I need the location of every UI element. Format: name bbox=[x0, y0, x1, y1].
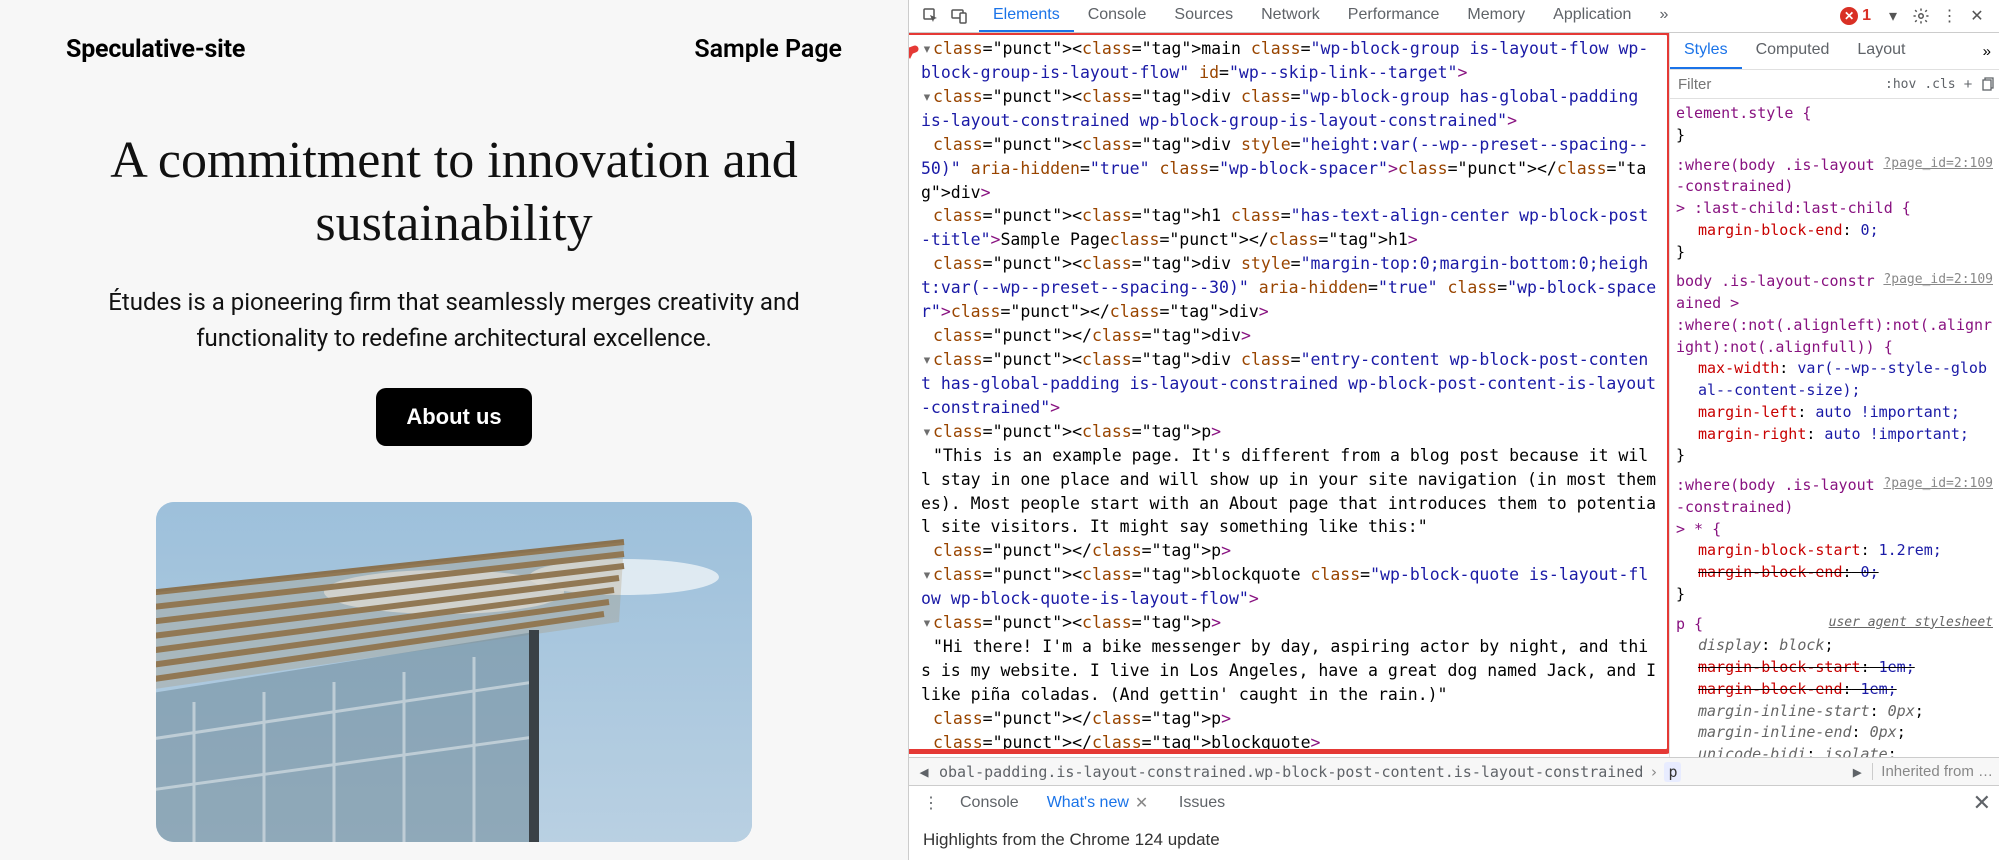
breadcrumb-leaf[interactable]: p bbox=[1664, 762, 1681, 782]
hero-subtitle: Études is a pioneering firm that seamles… bbox=[90, 284, 818, 356]
tab-elements[interactable]: Elements bbox=[979, 0, 1074, 32]
breadcrumb-separator-icon: › bbox=[1649, 763, 1658, 781]
breadcrumb-path[interactable]: obal-padding.is-layout-constrained.wp-bl… bbox=[939, 763, 1643, 781]
dom-line[interactable]: class="punct"><class="tag">div style="ma… bbox=[909, 252, 1669, 324]
dom-line[interactable]: class="punct"><class="tag">h1 class="has… bbox=[909, 204, 1669, 252]
close-devtools-icon[interactable]: ✕ bbox=[1963, 2, 1991, 30]
hero-title: A commitment to innovation and sustainab… bbox=[90, 129, 818, 256]
devtools-panel: Elements Console Sources Network Perform… bbox=[908, 0, 1999, 860]
dom-line[interactable]: class="punct"></class="tag">div> bbox=[909, 324, 1669, 348]
site-preview: Speculative-site Sample Page A commitmen… bbox=[0, 0, 908, 860]
drawer-tab-console[interactable]: Console bbox=[948, 790, 1031, 816]
devtools-tabs: Elements Console Sources Network Perform… bbox=[979, 0, 1682, 32]
device-toolbar-icon[interactable] bbox=[945, 2, 973, 30]
dom-breadcrumb[interactable]: ◀ obal-padding.is-layout-constrained.wp-… bbox=[909, 757, 1999, 785]
hero-image bbox=[156, 502, 752, 842]
hero: A commitment to innovation and sustainab… bbox=[0, 99, 908, 842]
nav-sample-page[interactable]: Sample Page bbox=[694, 35, 842, 64]
new-style-rule-icon[interactable]: + bbox=[1964, 74, 1973, 94]
dom-line[interactable]: ▾class="punct"><class="tag">div class="e… bbox=[909, 348, 1669, 420]
dom-line[interactable]: class="punct"><class="tag">p>…or somethi… bbox=[909, 755, 1669, 757]
cls-toggle[interactable]: .cls bbox=[1924, 77, 1955, 92]
tab-overflow-icon[interactable]: » bbox=[1645, 0, 1682, 32]
expand-icon[interactable]: ▾ bbox=[1879, 2, 1907, 30]
styles-filter-input[interactable] bbox=[1678, 76, 1877, 93]
dom-line[interactable]: class="punct"></class="tag">p> bbox=[909, 707, 1669, 731]
drawer-body: Highlights from the Chrome 124 update bbox=[909, 820, 1999, 860]
styles-tab-computed[interactable]: Computed bbox=[1742, 33, 1844, 69]
dom-line[interactable]: ▾class="punct"><class="tag">p> bbox=[909, 420, 1669, 444]
tab-network[interactable]: Network bbox=[1247, 0, 1334, 32]
copy-styles-icon[interactable] bbox=[1980, 74, 1995, 94]
tab-sources[interactable]: Sources bbox=[1160, 0, 1247, 32]
close-drawer-icon[interactable]: ✕ bbox=[1973, 790, 1991, 816]
elements-tree[interactable]: ▾class="punct"><class="tag">main class="… bbox=[909, 33, 1669, 757]
error-badge[interactable]: ✕1 bbox=[1840, 7, 1871, 25]
drawer-tab-whatsnew[interactable]: What's new✕ bbox=[1035, 789, 1163, 817]
styles-rules[interactable]: element.style {}?page_id=2:109:where(bod… bbox=[1670, 99, 1999, 757]
tab-memory[interactable]: Memory bbox=[1453, 0, 1539, 32]
styles-overflow-icon[interactable]: » bbox=[1975, 39, 1999, 64]
about-us-button[interactable]: About us bbox=[376, 388, 531, 446]
dom-line[interactable]: ▾class="punct"><class="tag">div class="w… bbox=[909, 85, 1669, 133]
hov-toggle[interactable]: :hov bbox=[1885, 77, 1916, 92]
dom-line[interactable]: "This is an example page. It's different… bbox=[909, 444, 1669, 540]
site-brand[interactable]: Speculative-site bbox=[66, 35, 245, 64]
dom-line[interactable]: ▾class="punct"><class="tag">blockquote c… bbox=[909, 563, 1669, 611]
dom-line[interactable]: class="punct"><class="tag">div style="he… bbox=[909, 133, 1669, 205]
kebab-menu-icon[interactable]: ⋮ bbox=[1935, 2, 1963, 30]
dom-line[interactable]: ▾class="punct"><class="tag">p> bbox=[909, 611, 1669, 635]
dom-line[interactable]: class="punct"></class="tag">blockquote> bbox=[909, 731, 1669, 755]
site-header: Speculative-site Sample Page bbox=[0, 0, 908, 99]
styles-tab-styles[interactable]: Styles bbox=[1670, 33, 1742, 69]
drawer-menu-icon[interactable]: ⋮ bbox=[917, 793, 944, 813]
inspect-element-icon[interactable] bbox=[917, 2, 945, 30]
close-tab-icon[interactable]: ✕ bbox=[1135, 793, 1151, 813]
tab-performance[interactable]: Performance bbox=[1334, 0, 1454, 32]
inherited-from-label: Inherited from … bbox=[1872, 763, 1993, 780]
dom-line[interactable]: class="punct"></class="tag">p> bbox=[909, 539, 1669, 563]
styles-tab-layout[interactable]: Layout bbox=[1843, 33, 1919, 69]
dom-line[interactable]: ▾class="punct"><class="tag">main class="… bbox=[909, 37, 1669, 85]
dom-line[interactable]: "Hi there! I'm a bike messenger by day, … bbox=[909, 635, 1669, 707]
devtools-drawer: ⋮ Console What's new✕ Issues ✕ Highlight… bbox=[909, 785, 1999, 860]
devtools-toolbar: Elements Console Sources Network Perform… bbox=[909, 0, 1999, 33]
breadcrumb-prev-icon[interactable]: ◀ bbox=[915, 763, 933, 781]
drawer-tab-issues[interactable]: Issues bbox=[1167, 790, 1237, 816]
styles-sidebar: Styles Computed Layout » :hov .cls + ele… bbox=[1669, 33, 1999, 757]
breadcrumb-next-icon[interactable]: ▶ bbox=[1848, 763, 1866, 781]
settings-gear-icon[interactable] bbox=[1907, 2, 1935, 30]
tab-console[interactable]: Console bbox=[1074, 0, 1161, 32]
tab-application[interactable]: Application bbox=[1539, 0, 1645, 32]
